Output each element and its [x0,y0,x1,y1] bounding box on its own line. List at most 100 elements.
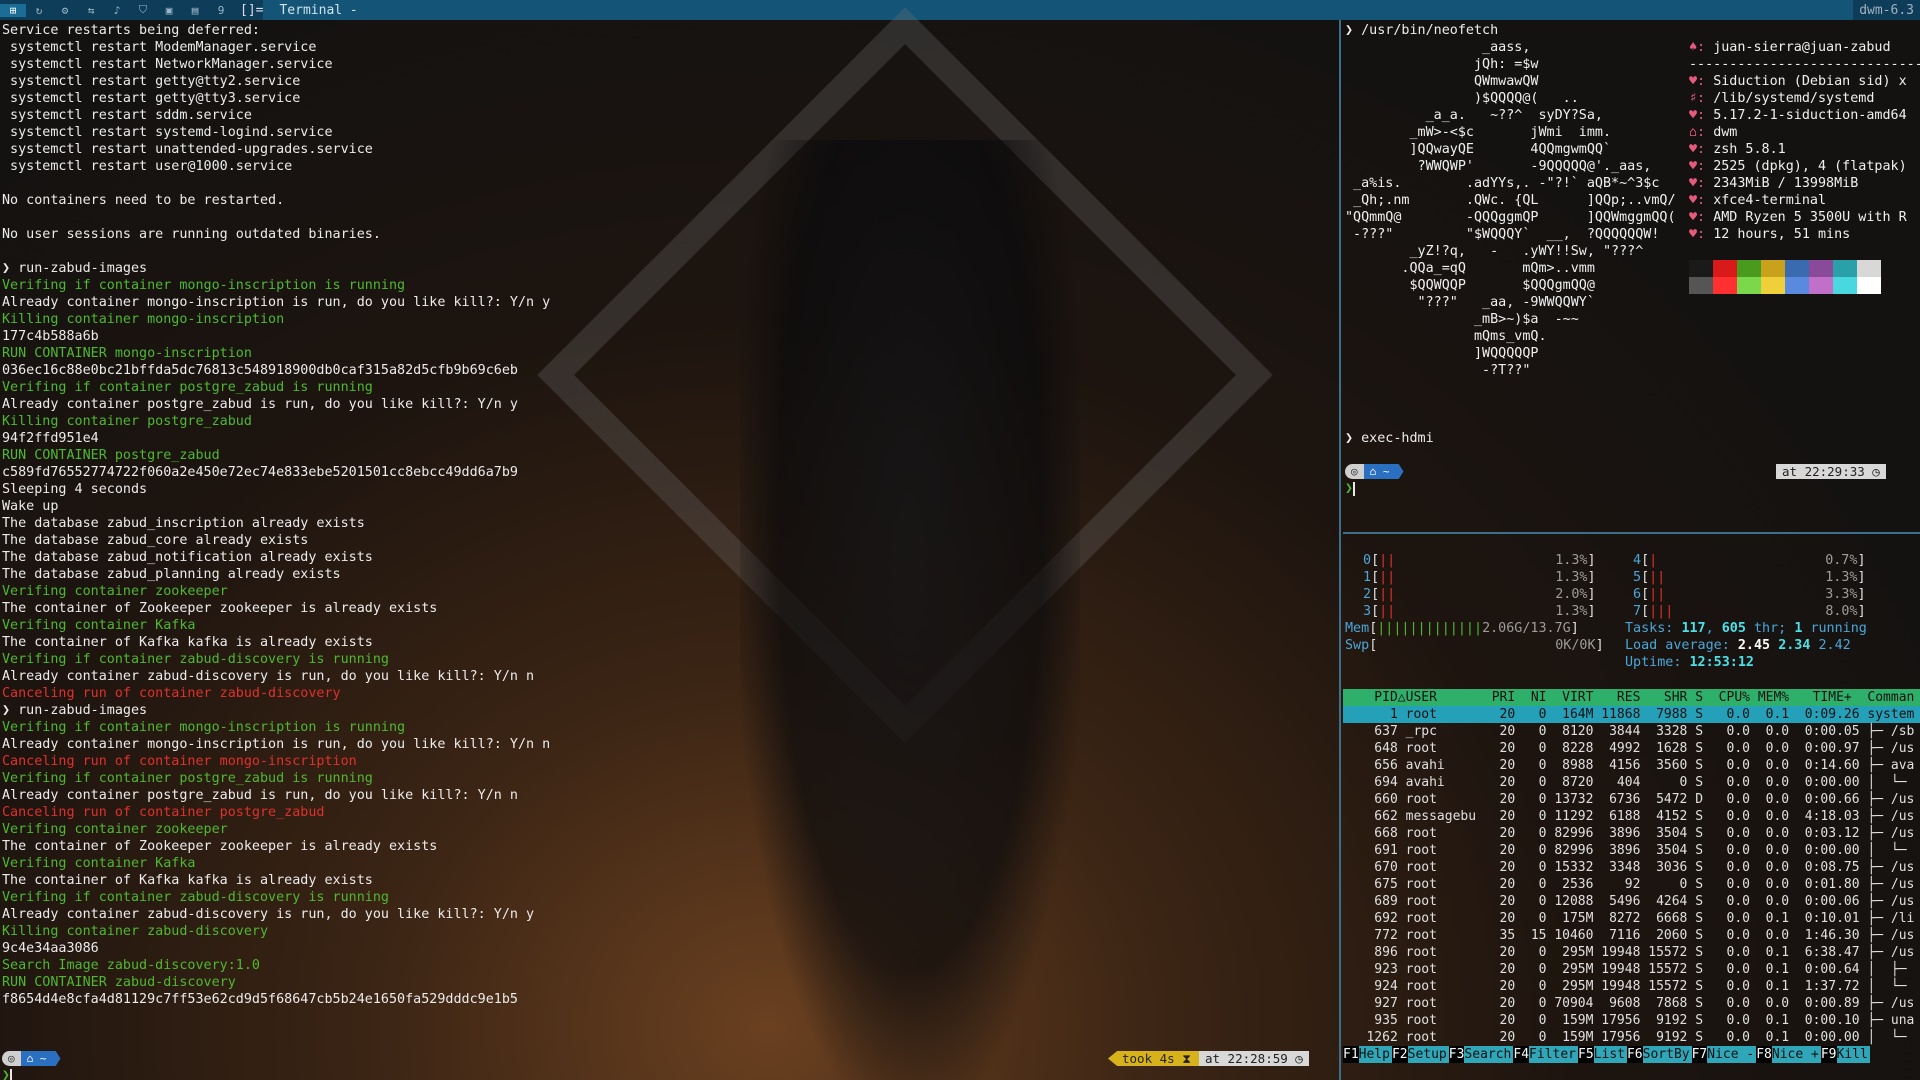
workspace-tag[interactable]: ♪ [104,4,130,17]
terminal-line: Killing container zabud-discovery [2,924,269,939]
terminal-line: Verifing container Kafka [2,856,196,871]
workspace-tag[interactable]: ▤ [182,4,208,17]
workspace-tag[interactable]: ⛉ [130,3,156,17]
terminal-pane-htop[interactable]: 0[|| 1.3%] 1[|| 1.3%] 2[|| 2.0%] 3[|| 1.3%] 4[|… [1343,536,1920,1080]
workspace-tag[interactable]: ⊞ [0,3,26,17]
terminal-line: Already container postgre_zabud is run, … [2,397,518,412]
neofetch-info-row: ♥: 12 hours, 51 mins [1689,226,1920,243]
cpu-bar: || [1649,587,1666,602]
process-row[interactable]: 924 root 20 0 295M 19948 15572 S 0.0 0.1… [1343,978,1920,995]
palette-swatch [1737,277,1761,294]
info-icon: ♥: [1689,108,1714,123]
process-table[interactable]: 1 root 20 0 164M 11868 7988 S 0.0 0.1 0:… [1343,706,1920,1046]
workspace-tag[interactable]: ▣ [156,4,182,17]
process-row[interactable]: 694 avahi 20 0 8720 404 0 S 0.0 0.0 0:00… [1343,774,1920,791]
ascii-art-line: ?WWQWP' -9QQQQQ@'._aas, [1345,159,1652,174]
function-key-f7[interactable]: F7 Nice - [1691,1046,1757,1063]
workspace-tag[interactable]: ↻ [26,4,52,17]
function-key-f9[interactable]: F9 Kill [1820,1046,1870,1063]
process-row[interactable]: 648 root 20 0 8228 4992 1628 S 0.0 0.0 0… [1343,740,1920,757]
function-key-label: Kill [1836,1046,1870,1063]
cpu-number: 4 [1633,553,1642,568]
process-row[interactable]: 662 messagebu 20 0 11292 6188 4152 S 0.0… [1343,808,1920,825]
terminal-line: Already container mongo-inscription is r… [2,295,551,310]
neofetch-separator: -------------------------------- [1689,57,1920,72]
terminal-line: Already container zabud-discovery is run… [2,907,535,922]
prompt-dir-segment: ⌂ ~ [1363,464,1404,479]
process-row[interactable]: 675 root 20 0 2536 92 0 S 0.0 0.0 0:01.8… [1343,876,1920,893]
cpu-percent: 1.3% [1555,553,1588,568]
cpu-meter: 4[| 0.7%] [1633,552,1878,569]
info-value: 12 hours, 51 mins [1713,227,1851,242]
neofetch-info-row: ♯: /lib/systemd/systemd [1689,90,1920,107]
cpu-bar: || [1379,604,1396,619]
meter-bracket: ] [1857,553,1866,568]
function-key-f1[interactable]: F1 Help [1343,1046,1392,1063]
process-row[interactable]: 896 root 20 0 295M 19948 15572 S 0.0 0.1… [1343,944,1920,961]
function-key-code: F1 [1343,1046,1359,1063]
process-row[interactable]: 656 avahi 20 0 8988 4156 3560 S 0.0 0.0 … [1343,757,1920,774]
terminal-line: Verifing if container zabud-discovery is… [2,890,389,905]
terminal-pane-neofetch[interactable]: ❯ /usr/bin/neofetch _aass, jQh: =$w QWmw… [1343,20,1920,534]
process-row[interactable]: 927 root 20 0 70904 9608 7868 S 0.0 0.0 … [1343,995,1920,1012]
process-row[interactable]: 637 _rpc 20 0 8120 3844 3328 S 0.0 0.0 0… [1343,723,1920,740]
prompt-segments: ◎ ⌂ ~ [2,1051,61,1066]
neofetch-info-row: ⌂: dwm [1689,124,1920,141]
function-key-f4[interactable]: F4 Filter [1513,1046,1579,1063]
tasks-stat: Tasks: 117, 605 thr; 1 running [1625,621,1867,636]
terminal-pane-left[interactable]: Service restarts being deferred: systemc… [0,20,1341,1080]
process-row[interactable]: 692 root 20 0 175M 8272 6668 S 0.0 0.1 0… [1343,910,1920,927]
ascii-art-line: _Qh;.nm .QWc. {QL ]QQp;..vmQ/ [1345,193,1676,208]
terminal-line: RUN CONTAINER postgre_zabud [2,448,220,463]
function-key-f5[interactable]: F5 List [1578,1046,1627,1063]
function-key-label: Filter [1529,1046,1579,1063]
process-row[interactable]: 923 root 20 0 295M 19948 15572 S 0.0 0.1… [1343,961,1920,978]
process-row[interactable]: 1 root 20 0 164M 11868 7988 S 0.0 0.1 0:… [1343,706,1920,723]
terminal-line: Verifing if container postgre_zabud is r… [2,771,373,786]
wm-status: dwm-6.3 [1853,2,1920,18]
palette-swatch [1689,277,1713,294]
layout-indicator[interactable]: []= [240,3,263,18]
terminal-line: Canceling run of container mongo-inscrip… [2,754,357,769]
process-row[interactable]: 670 root 20 0 15332 3348 3036 S 0.0 0.0 … [1343,859,1920,876]
prompt-status: took 4s ⧗ at 22:28:59 ◷ [1108,1051,1309,1066]
meter-bracket: ] [1587,553,1596,568]
command-line-2[interactable]: ❯ [1345,481,1355,496]
cpu-meter: 5[|| 1.3%] [1633,569,1878,586]
cpu-meters-right: 4[| 0.7%] 5[|| 1.3%] 6[|| 3.3%] 7[||| 8.0%] [1633,552,1878,620]
process-row[interactable]: 668 root 20 0 82996 3896 3504 S 0.0 0.0 … [1343,825,1920,842]
function-key-code: F5 [1578,1046,1594,1063]
ascii-art-line: -?T??" [1345,363,1531,378]
function-key-code: F6 [1626,1046,1643,1063]
cpu-percent: 1.3% [1825,570,1858,585]
cpu-meter: 6[|| 3.3%] [1633,586,1878,603]
cpu-meter: 2[|| 2.0%] [1363,586,1608,603]
process-row[interactable]: 689 root 20 0 12088 5496 4264 S 0.0 0.0 … [1343,893,1920,910]
exec-hdmi-command: ❯ exec-hdmi [1345,431,1434,446]
function-key-f6[interactable]: F6 SortBy [1626,1046,1692,1063]
process-table-header[interactable]: PID△USER PRI NI VIRT RES SHR S CPU% MEM%… [1343,689,1920,706]
prompt-home-icon: ◎ [1345,464,1364,479]
process-row[interactable]: 935 root 20 0 159M 17956 9192 S 0.0 0.1 … [1343,1012,1920,1029]
workspace-tag[interactable]: ⚙ [52,4,78,17]
function-key-f3[interactable]: F3 Search [1448,1046,1514,1063]
terminal-line: systemctl restart NetworkManager.service [2,57,333,72]
process-row[interactable]: 1262 root 20 0 159M 17956 9192 S 0.0 0.1… [1343,1029,1920,1046]
neofetch-info-row: ♥: 2525 (dpkg), 4 (flatpak) [1689,158,1920,175]
info-icon: ♥: [1689,176,1714,191]
terminal-line: Killing container mongo-inscription [2,312,285,327]
function-key-f2[interactable]: F2 Setup [1391,1046,1449,1063]
cpu-bar: || [1379,553,1396,568]
neofetch-info-row: ♥: xfce4-terminal [1689,192,1920,209]
info-value: zsh 5.8.1 [1713,142,1786,157]
meter-bracket: ] [1857,604,1866,619]
workspace-tag[interactable]: 9 [208,4,234,17]
command-line[interactable]: ❯ [2,1068,12,1080]
workspace-tag[interactable]: ⇆ [78,4,104,17]
process-row[interactable]: 772 root 35 15 10460 7116 2060 S 0.0 0.0… [1343,927,1920,944]
process-row[interactable]: 691 root 20 0 82996 3896 3504 S 0.0 0.0 … [1343,842,1920,859]
process-row[interactable]: 660 root 20 0 13732 6736 5472 D 0.0 0.0 … [1343,791,1920,808]
function-key-f8[interactable]: F8 Nice + [1756,1046,1821,1063]
cpu-number: 2 [1363,587,1372,602]
window-title-bar: Terminal - [263,0,1854,20]
